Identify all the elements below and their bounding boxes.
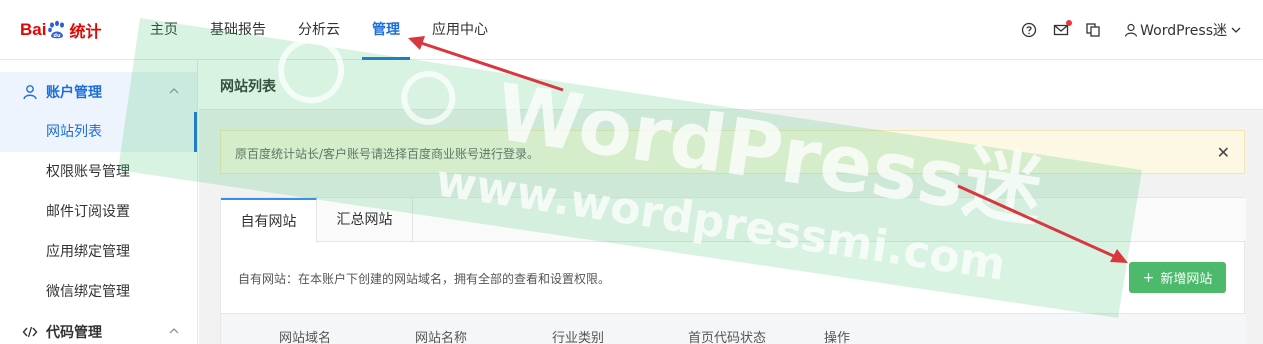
mail-icon[interactable]: [1052, 20, 1073, 39]
sidebar-item-email-subscription[interactable]: 邮件订阅设置: [0, 192, 197, 232]
add-site-label: 新增网站: [1160, 272, 1213, 287]
user-icon: [23, 85, 37, 100]
add-site-button[interactable]: + 新增网站: [1129, 262, 1226, 293]
column-header-site-name[interactable]: 网站名称: [415, 327, 467, 344]
sidebar-item-site-list[interactable]: 网站列表: [0, 112, 197, 152]
sidebar-item-app-binding[interactable]: 应用绑定管理: [0, 232, 197, 272]
sidebar-group-code[interactable]: 代码管理: [0, 312, 197, 344]
sidebar-group-account[interactable]: 账户管理: [0, 72, 197, 112]
notice-text: 原百度统计站长/客户账号请选择百度商业账号进行登录。: [235, 147, 540, 161]
nav-basic-reports[interactable]: 基础报告: [198, 0, 278, 60]
user-menu[interactable]: WordPress迷: [1124, 20, 1243, 40]
svg-text:du: du: [54, 33, 62, 39]
sites-panel: 自有网站 汇总网站 自有网站：在本账户下创建的网站域名，拥有全部的查看和设置权限…: [220, 197, 1246, 344]
code-icon: [22, 326, 38, 338]
top-navbar: Bai du 统计 主页 基础报告 分析云 管理 应用中心 WordPress迷: [0, 0, 1263, 60]
column-header-actions[interactable]: 操作: [824, 327, 850, 344]
column-header-domain[interactable]: 网站域名: [279, 327, 331, 344]
main-content: 网站列表 原百度统计站长/客户账号请选择百度商业账号进行登录。 ✕ 自有网站 汇…: [199, 60, 1263, 344]
chevron-down-icon: [1231, 27, 1241, 33]
logo-text-cn: 统计: [69, 22, 102, 41]
sidebar-item-permissions[interactable]: 权限账号管理: [0, 152, 197, 192]
close-icon[interactable]: ✕: [1217, 143, 1230, 162]
page-title: 网站列表: [220, 79, 276, 95]
notice-banner: 原百度统计站长/客户账号请选择百度商业账号进行登录。 ✕: [220, 130, 1245, 174]
help-icon[interactable]: [1020, 21, 1038, 39]
column-header-industry[interactable]: 行业类别: [552, 327, 604, 344]
table-header: 网站域名 网站名称 行业类别 首页代码状态 操作: [221, 313, 1246, 344]
logo-text-latin: Bai: [20, 20, 47, 39]
column-header-code-status[interactable]: 首页代码状态: [688, 327, 766, 344]
baidu-tongji-logo[interactable]: Bai du 统计: [20, 14, 101, 46]
tab-own-sites[interactable]: 自有网站: [221, 198, 317, 243]
sidebar-group-label: 代码管理: [46, 325, 102, 341]
page-header: 网站列表: [199, 60, 1263, 110]
notification-dot: [1066, 20, 1073, 26]
tab-summary-sites[interactable]: 汇总网站: [317, 198, 413, 242]
sidebar-group-label: 账户管理: [46, 85, 102, 101]
user-name: WordPress迷: [1140, 23, 1227, 39]
top-right-tools: WordPress迷: [1006, 0, 1243, 60]
sidebar-item-wechat-binding[interactable]: 微信绑定管理: [0, 272, 197, 312]
user-icon: [1125, 23, 1138, 37]
main-nav: 主页 基础报告 分析云 管理 应用中心: [138, 0, 508, 60]
chevron-up-icon: [169, 328, 179, 334]
chevron-up-icon: [169, 88, 179, 94]
nav-management[interactable]: 管理: [360, 0, 412, 60]
sidebar: 账户管理 网站列表 权限账号管理 邮件订阅设置 应用绑定管理 微信绑定管理 代码…: [0, 60, 198, 344]
nav-home[interactable]: 主页: [138, 0, 190, 60]
baidu-paw-icon: du: [47, 20, 67, 40]
tab-description: 自有网站：在本账户下创建的网站域名，拥有全部的查看和设置权限。: [238, 272, 611, 286]
nav-analytics-cloud[interactable]: 分析云: [286, 0, 352, 60]
copy-icon[interactable]: [1084, 21, 1102, 39]
plus-icon: +: [1142, 269, 1155, 286]
tab-bar: 自有网站 汇总网站: [221, 198, 1246, 243]
nav-app-center[interactable]: 应用中心: [420, 0, 500, 60]
